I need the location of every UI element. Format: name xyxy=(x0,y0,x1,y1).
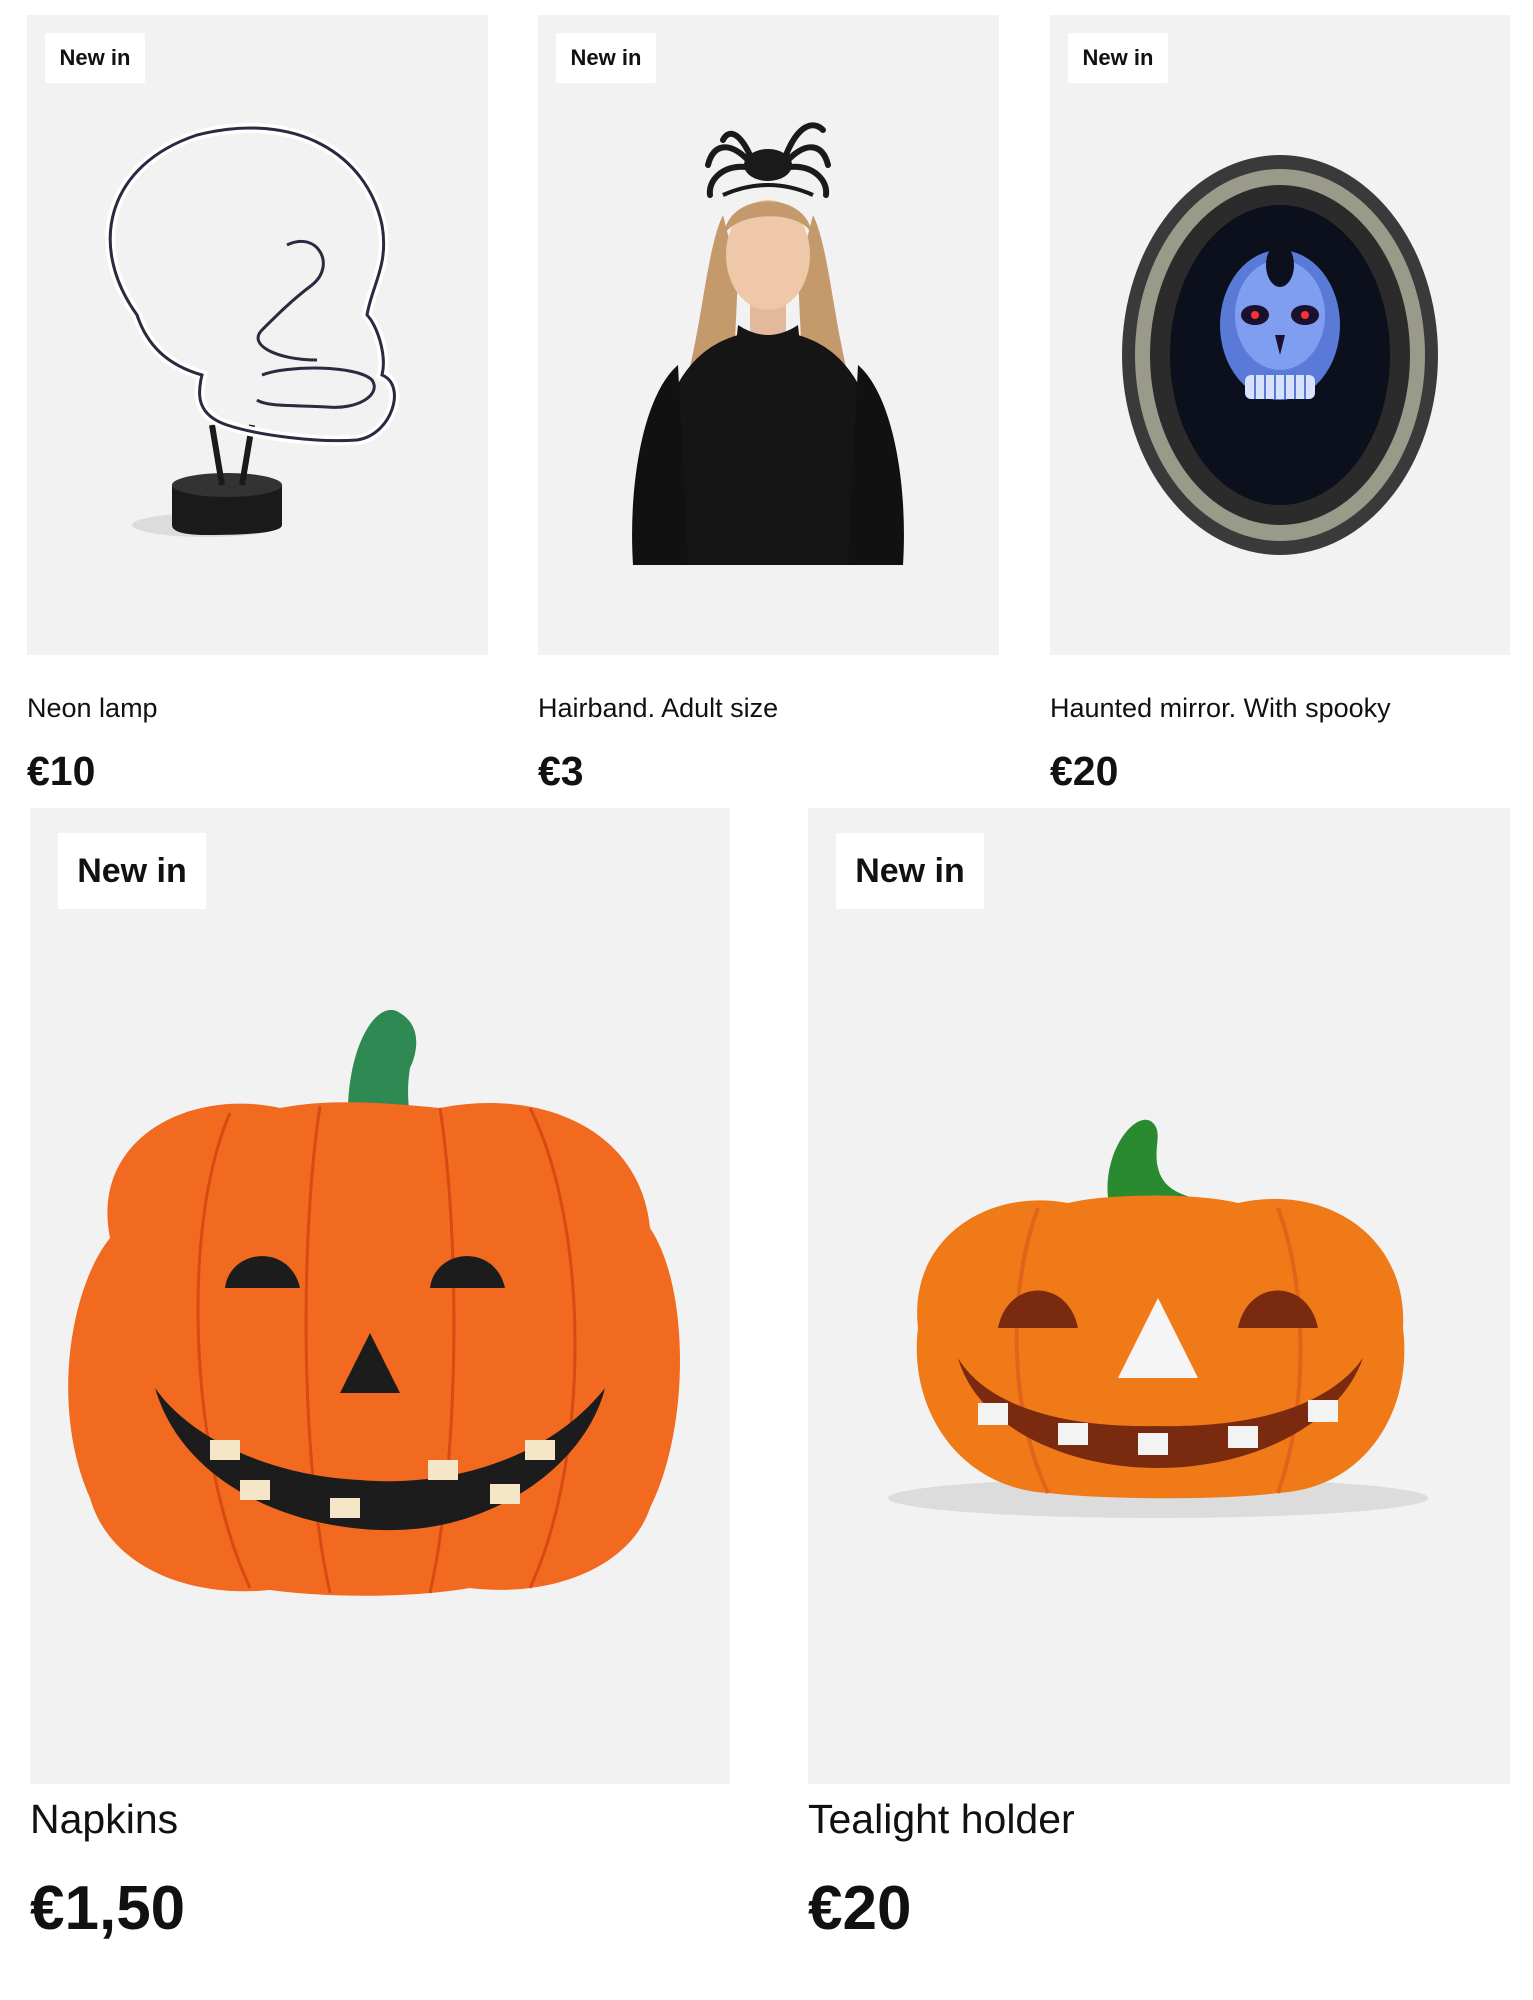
pumpkin-tealight-holder-image xyxy=(888,1119,1428,1518)
product-card-haunted-mirror[interactable]: New in Haunted mirror. With spooky €20 xyxy=(1050,15,1510,805)
product-image-box[interactable]: New in xyxy=(27,15,488,655)
neon-skull-lamp-image xyxy=(105,123,400,537)
product-image-box[interactable]: New in xyxy=(538,15,999,655)
new-in-badge: New in xyxy=(556,33,656,83)
product-price: €20 xyxy=(1050,748,1119,794)
product-title[interactable]: Hairband. Adult size xyxy=(538,693,778,724)
product-image-box[interactable]: New in xyxy=(30,808,730,1784)
pumpkin-napkin-image xyxy=(68,1009,681,1596)
spider-hairband-model-image xyxy=(632,122,904,565)
product-card-tealight-holder[interactable]: New in Tealight holder €20 xyxy=(808,808,1510,1998)
product-title[interactable]: Neon lamp xyxy=(27,693,158,724)
product-price: €20 xyxy=(808,1874,912,1943)
new-in-badge: New in xyxy=(45,33,145,83)
product-title[interactable]: Tealight holder xyxy=(808,1796,1075,1843)
product-price: €1,50 xyxy=(30,1874,186,1943)
new-in-badge: New in xyxy=(836,833,984,909)
product-card-hairband[interactable]: New in Hairband. Adult size €3 xyxy=(538,15,999,805)
product-price: €10 xyxy=(27,748,96,794)
product-image-box[interactable]: New in xyxy=(1050,15,1510,655)
haunted-skull-mirror-image xyxy=(1122,155,1438,555)
product-price: €3 xyxy=(538,748,584,794)
new-in-badge: New in xyxy=(58,833,206,909)
product-card-neon-lamp[interactable]: New in Neon lamp €10 xyxy=(27,15,488,805)
product-image-box[interactable]: New in xyxy=(808,808,1510,1784)
new-in-badge: New in xyxy=(1068,33,1168,83)
product-card-napkins[interactable]: New in Napkins €1,50 xyxy=(30,808,730,1998)
product-title[interactable]: Napkins xyxy=(30,1796,178,1843)
product-title[interactable]: Haunted mirror. With spooky xyxy=(1050,693,1391,724)
